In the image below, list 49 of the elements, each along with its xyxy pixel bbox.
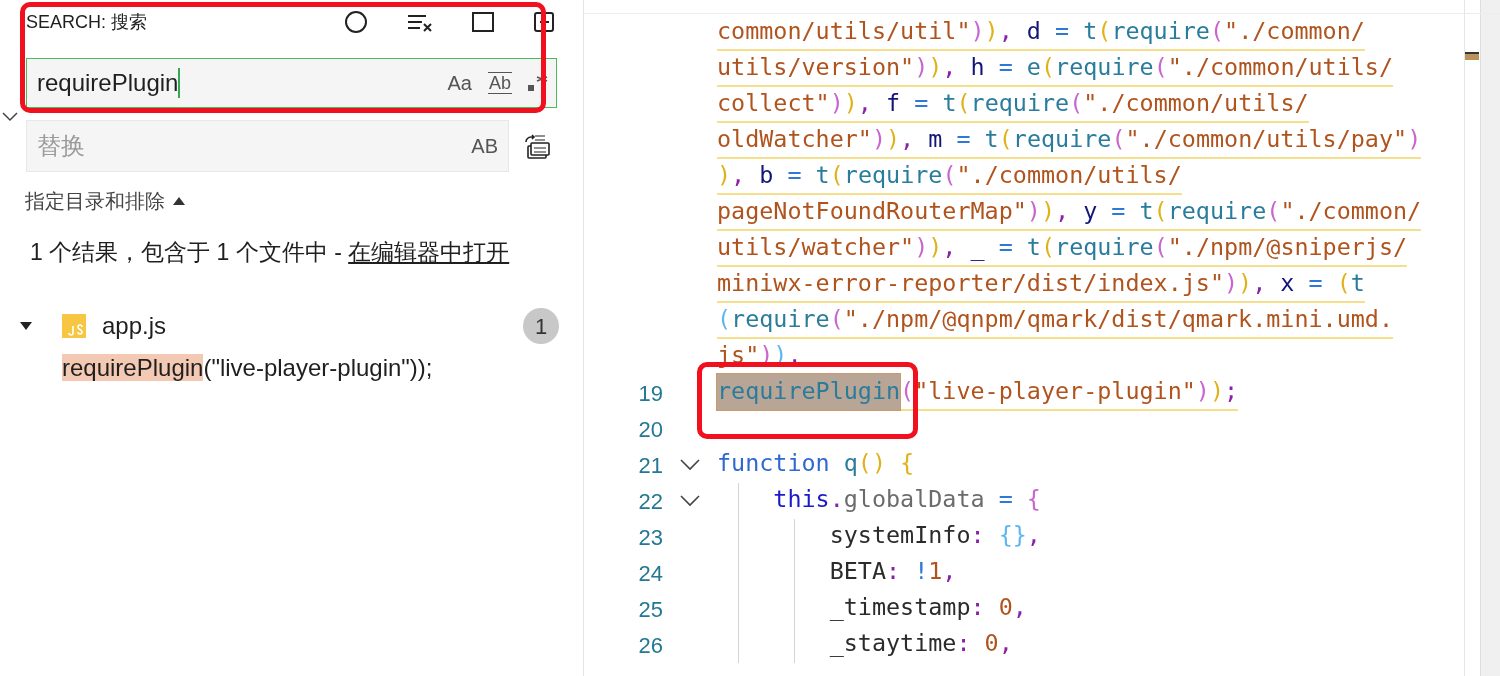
code-line: utils/version")), h = e(require("./common/utils/ [717,51,1394,87]
code-line: requirePlugin("live-player-plugin")); [717,375,1239,411]
include-exclude-label[interactable]: 指定目录和排除 [25,186,165,216]
code-line: this.globalData = { [772,484,1041,516]
js-file-icon [62,314,86,338]
caret-down-icon[interactable] [20,320,32,332]
line-number: 26 [637,631,663,660]
replace-all-icon[interactable] [523,132,551,160]
panel-title: SEARCH: 搜索 [26,10,148,33]
results-summary: 1 个结果，包含于 1 个文件中 - 在编辑器中打开 [29,238,511,267]
fold-chevron-icon[interactable] [680,495,700,507]
open-in-editor-link[interactable]: 在编辑器中打开 [348,239,510,265]
line-number: 25 [637,595,663,624]
code-line: collect")), f = t(require("./common/utils/ [717,87,1309,123]
line-number: 19 [637,379,663,408]
file-name: app.js [102,311,167,341]
code-line: _timestamp: 0, [828,592,1027,624]
code-line: pageNotFoundRouterMap")), y = t(require("./common/ [717,195,1422,231]
whole-word-toggle[interactable]: Ab [487,72,512,94]
code-line: function q() { [717,448,915,480]
caret-up-icon[interactable] [173,197,185,205]
match-case-toggle[interactable]: Aa [447,68,472,98]
fold-chevron-icon[interactable] [680,459,700,471]
new-search-editor-icon[interactable] [533,10,555,33]
code-line: oldWatcher")), m = t(require("./common/utils/pay") [717,123,1422,159]
code-line: utils/watcher")), _ = t(require("./npm/@sniperjs/ [717,231,1408,267]
collapse-all-icon[interactable] [471,10,495,33]
preserve-case-toggle[interactable]: AB [471,131,498,161]
line-number: 24 [637,559,663,588]
refresh-icon[interactable] [343,10,369,33]
code-line: ), b = t(require("./common/utils/ [717,159,1182,195]
line-number: 21 [637,451,663,480]
code-line: _staytime: 0, [828,628,1013,660]
code-line: BETA: !1, [828,556,957,588]
chevron-down-icon[interactable] [2,112,18,122]
code-line: miniwx-error-reporter/dist/index.js")), x = (t [717,267,1365,303]
code-line: (require("./npm/@qnpm/qmark/dist/qmark.mini.umd. [717,303,1393,339]
code-line: common/utils/util")), d = t(require("./common/ [717,15,1365,51]
line-number: 23 [637,523,663,552]
search-input-field[interactable]: requirePlugin Aa Ab [26,58,557,108]
result-file-row[interactable]: app.js 1 [18,308,559,344]
line-number: 22 [637,487,663,516]
scrollbar-track[interactable] [1480,0,1500,676]
match-count-badge: 1 [523,308,559,344]
line-number: 20 [637,415,663,444]
overview-ruler-mark [1465,52,1479,60]
code-line: systemInfo: {}, [828,520,1041,552]
result-match-line[interactable]: requirePlugin("live-player-plugin")); [18,352,559,384]
replace-input-field[interactable]: 替换 AB [26,120,509,172]
